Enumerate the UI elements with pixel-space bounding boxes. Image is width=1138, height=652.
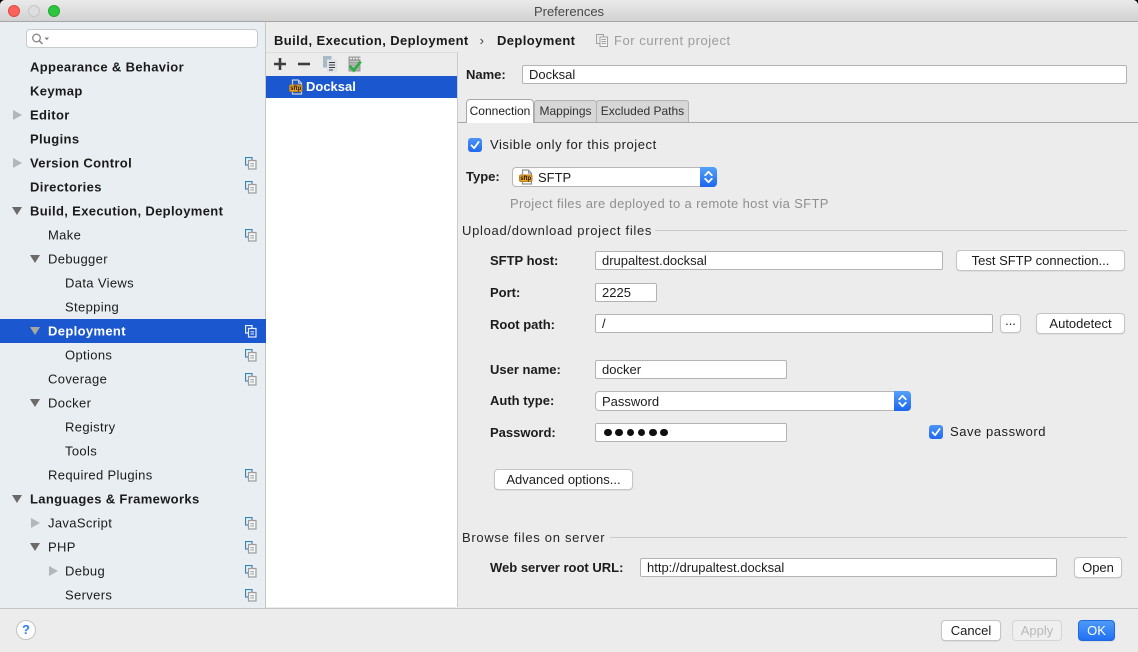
- svg-text:sftp: sftp: [520, 176, 531, 182]
- svg-text:sftp: sftp: [290, 86, 301, 92]
